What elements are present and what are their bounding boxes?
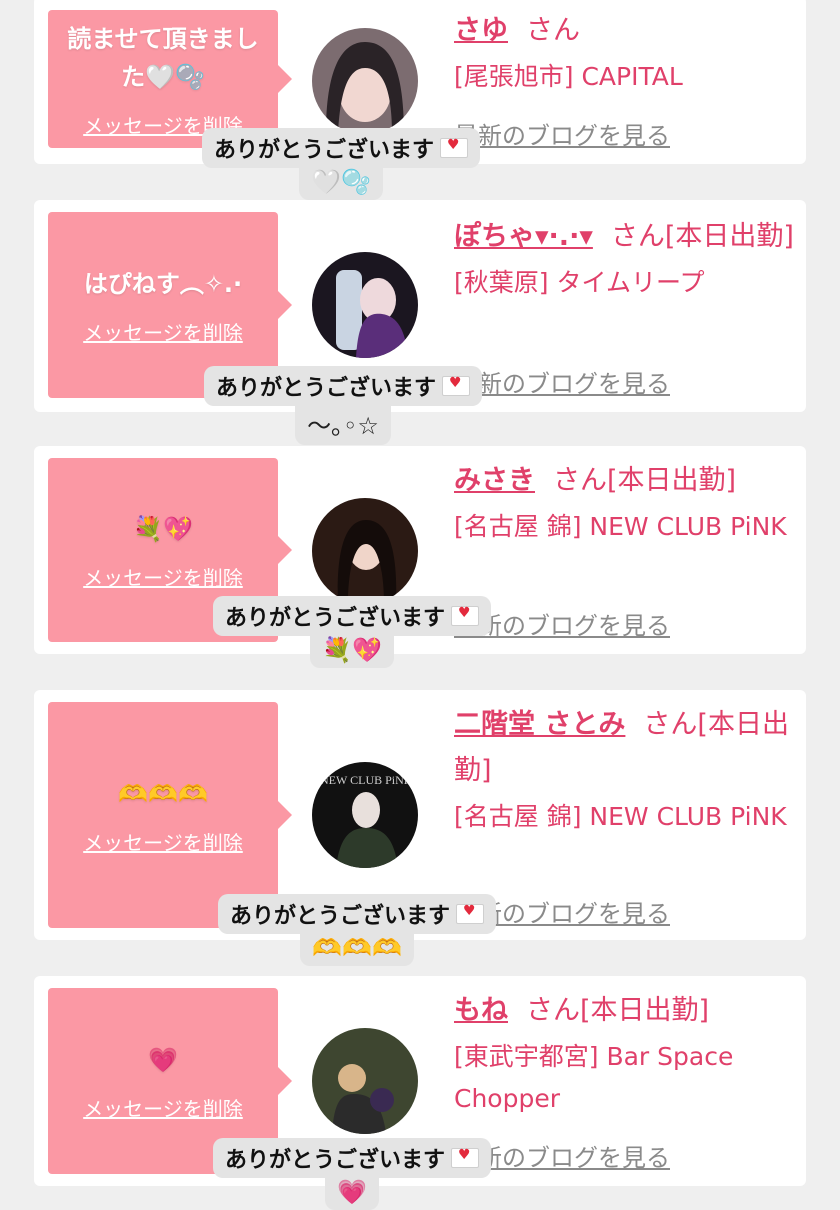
love-letter-icon: [451, 1147, 480, 1168]
san-suffix: さん: [526, 15, 580, 46]
delete-message-link[interactable]: メッセージを削除: [83, 1093, 243, 1122]
reaction-emoji: 〜｡◦☆: [295, 404, 391, 445]
avatar[interactable]: [312, 252, 418, 358]
message-text: 🫶🫶🫶: [118, 779, 208, 808]
avatar[interactable]: NEW CLUB PiNK: [312, 762, 418, 868]
san-suffix: さん: [610, 221, 665, 252]
shift-status: [本日出勤]: [664, 221, 794, 252]
reaction-badge: ありがとうございます 🫶🫶🫶: [218, 894, 497, 966]
shop-name: [秋葉原] タイムリープ: [454, 268, 705, 297]
shop-name: [名古屋 錦] NEW CLUB PiNK: [454, 512, 787, 541]
name-line: さゆ さん: [454, 8, 794, 54]
shift-status: [本日出勤]: [580, 995, 710, 1026]
profile-name-link[interactable]: 二階堂 さとみ: [454, 709, 625, 740]
svg-text:NEW CLUB PiNK: NEW CLUB PiNK: [320, 773, 413, 787]
reaction-pill: ありがとうございます: [213, 1138, 492, 1178]
reaction-badge: ありがとうございます 💐💖: [213, 596, 492, 668]
profile-name-link[interactable]: もね: [454, 995, 508, 1026]
reaction-badge: ありがとうございます 🤍🫧: [202, 128, 481, 200]
reaction-pill: ありがとうございます: [202, 128, 481, 168]
shop-name: [名古屋 錦] NEW CLUB PiNK: [454, 802, 787, 831]
avatar[interactable]: [312, 1028, 418, 1134]
profile-info: 二階堂 さとみ さん[本日出勤] [名古屋 錦] NEW CLUB PiNK: [454, 702, 794, 838]
profile-name-link[interactable]: ぽちゃ▾·.·▾: [454, 221, 593, 252]
san-suffix: さん: [553, 465, 607, 496]
profile-name-link[interactable]: さゆ: [454, 15, 508, 46]
avatar[interactable]: [312, 498, 418, 604]
delete-message-link[interactable]: メッセージを削除: [83, 827, 243, 856]
blog-link[interactable]: 最新のブログを見る: [454, 116, 670, 151]
reaction-thanks-text: ありがとうございます: [214, 138, 435, 163]
profile-info: さゆ さん [尾張旭市] CAPITAL: [454, 8, 794, 98]
profile-info: みさき さん[本日出勤] [名古屋 錦] NEW CLUB PiNK: [454, 458, 794, 548]
delete-message-link[interactable]: メッセージを削除: [83, 562, 243, 591]
name-line: 二階堂 さとみ さん[本日出勤]: [454, 702, 794, 794]
profile-info: もね さん[本日出勤] [東武宇都宮] Bar Space Chopper: [454, 988, 794, 1120]
reaction-badge: ありがとうございます 💗: [213, 1138, 492, 1210]
love-letter-icon: [442, 375, 471, 396]
name-line: ぽちゃ▾·.·▾ さん[本日出勤]: [454, 214, 794, 260]
message-text: はぴねす︵✧.·: [83, 269, 243, 298]
name-line: もね さん[本日出勤]: [454, 988, 794, 1034]
shop-name: [東武宇都宮] Bar Space Chopper: [454, 1042, 734, 1113]
love-letter-icon: [451, 605, 480, 626]
reaction-emoji: 🤍🫧: [299, 166, 383, 200]
love-letter-icon: [456, 903, 485, 924]
reaction-pill: ありがとうございます: [204, 366, 483, 406]
reaction-emoji: 💐💖: [310, 634, 394, 668]
profile-name-link[interactable]: みさき: [454, 465, 535, 496]
shift-status: [本日出勤]: [607, 465, 737, 496]
message-text: 💐💖: [133, 514, 193, 543]
message-text: 💗: [148, 1045, 178, 1074]
reaction-thanks-text: ありがとうございます: [225, 606, 446, 631]
reaction-pill: ありがとうございます: [213, 596, 492, 636]
delete-message-link[interactable]: メッセージを削除: [83, 317, 243, 346]
reaction-thanks-text: ありがとうございます: [225, 1148, 446, 1173]
avatar[interactable]: [312, 28, 418, 134]
reaction-pill: ありがとうございます: [218, 894, 497, 934]
blog-link[interactable]: 最新のブログを見る: [454, 364, 670, 399]
message-text: 読ませて頂きました🤍🫧: [67, 24, 259, 91]
reaction-thanks-text: ありがとうございます: [230, 904, 451, 929]
message-feed: 読ませて頂きました🤍🫧 メッセージを削除 さゆ さん [尾張旭市] CAPITAL…: [0, 0, 840, 1210]
san-suffix: さん: [643, 709, 698, 740]
shop-name: [尾張旭市] CAPITAL: [454, 62, 683, 91]
profile-info: ぽちゃ▾·.·▾ さん[本日出勤] [秋葉原] タイムリープ: [454, 214, 794, 304]
reaction-thanks-text: ありがとうございます: [216, 376, 437, 401]
name-line: みさき さん[本日出勤]: [454, 458, 794, 504]
reaction-emoji: 🫶🫶🫶: [300, 932, 414, 966]
san-suffix: さん: [526, 995, 580, 1026]
reaction-badge: ありがとうございます 〜｡◦☆: [204, 366, 483, 445]
love-letter-icon: [440, 137, 469, 158]
